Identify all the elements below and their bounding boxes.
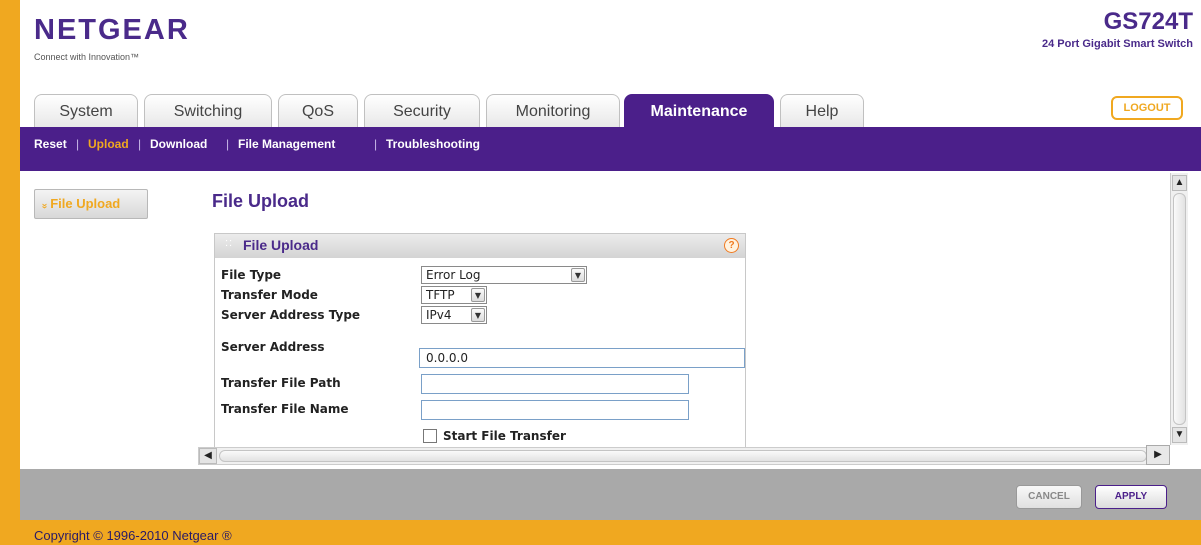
logout-button[interactable]: LOGOUT: [1111, 96, 1183, 120]
cancel-button[interactable]: CANCEL: [1016, 485, 1082, 509]
horizontal-scroll-thumb[interactable]: [219, 450, 1147, 462]
chevron-down-icon: ▼: [471, 308, 485, 322]
file-type-label: File Type: [221, 268, 282, 282]
logo-tagline: Connect with Innovation™: [34, 52, 140, 62]
scroll-down-icon[interactable]: ▼: [1172, 427, 1187, 443]
form-header: :: File Upload ?: [215, 234, 745, 258]
scroll-up-icon[interactable]: ▲: [1172, 175, 1187, 191]
server-address-type-label: Server Address Type: [221, 308, 361, 322]
page-title: File Upload: [212, 191, 310, 211]
server-address-input[interactable]: 0.0.0.0: [419, 348, 745, 368]
content-panel: » File Upload File Upload :: File Upload…: [20, 163, 1201, 469]
subnav-separator: |: [374, 137, 378, 151]
tab-system[interactable]: System: [34, 94, 138, 127]
transfer-file-name-label: Transfer File Name: [221, 402, 349, 416]
subnav-upload[interactable]: Upload: [88, 137, 129, 151]
transfer-mode-label: Transfer Mode: [221, 288, 318, 302]
header: NETGEAR Connect with Innovation™ GS724T …: [20, 0, 1201, 127]
tab-monitoring[interactable]: Monitoring: [486, 94, 620, 127]
subnav-troubleshooting[interactable]: Troubleshooting: [386, 137, 480, 151]
model-name: GS724T: [1103, 8, 1193, 35]
help-icon[interactable]: ?: [724, 238, 739, 253]
subnav-separator: |: [138, 137, 142, 151]
server-address-type-value: IPv4: [426, 308, 452, 322]
footer-bar: CANCEL APPLY: [20, 469, 1201, 520]
drag-handle-icon: ::: [225, 237, 234, 249]
vertical-scroll-thumb[interactable]: [1173, 193, 1186, 425]
scroll-left-icon[interactable]: ◀: [199, 448, 217, 464]
chevron-down-icon: »: [38, 203, 50, 209]
tab-qos[interactable]: QoS: [278, 94, 358, 127]
subnav-separator: |: [226, 137, 230, 151]
apply-button[interactable]: APPLY: [1095, 485, 1167, 509]
form-title: File Upload: [243, 237, 319, 253]
tab-security[interactable]: Security: [364, 94, 480, 127]
start-file-transfer-checkbox[interactable]: [423, 429, 437, 443]
app-frame: NETGEAR Connect with Innovation™ GS724T …: [0, 0, 1201, 545]
tab-help[interactable]: Help: [780, 94, 864, 127]
file-type-value: Error Log: [426, 268, 481, 282]
server-address-label: Server Address: [221, 340, 325, 354]
file-type-select[interactable]: Error Log ▼: [421, 266, 587, 284]
subnav-separator: |: [76, 137, 80, 151]
transfer-file-path-input[interactable]: [421, 374, 689, 394]
transfer-mode-value: TFTP: [426, 288, 455, 302]
transfer-file-path-label: Transfer File Path: [221, 376, 341, 390]
copyright-text: Copyright © 1996-2010 Netgear ®: [34, 528, 232, 543]
netgear-logo: NETGEAR: [34, 14, 190, 46]
tab-maintenance[interactable]: Maintenance: [624, 94, 774, 127]
server-address-type-select[interactable]: IPv4 ▼: [421, 306, 487, 324]
subnav-download[interactable]: Download: [150, 137, 207, 151]
chevron-down-icon: ▼: [571, 268, 585, 282]
tab-switching[interactable]: Switching: [144, 94, 272, 127]
horizontal-scrollbar[interactable]: ◀ ▶: [198, 447, 1168, 465]
subnav-reset[interactable]: Reset: [34, 137, 67, 151]
transfer-mode-select[interactable]: TFTP ▼: [421, 286, 487, 304]
vertical-scrollbar[interactable]: ▲ ▼: [1170, 173, 1188, 445]
side-menu-label: File Upload: [50, 196, 121, 211]
scroll-right-icon[interactable]: ▶: [1146, 445, 1170, 465]
model-description: 24 Port Gigabit Smart Switch: [1042, 38, 1193, 50]
side-menu-file-upload[interactable]: » File Upload: [34, 189, 148, 219]
chevron-down-icon: ▼: [471, 288, 485, 302]
transfer-file-name-input[interactable]: [421, 400, 689, 420]
left-border: [0, 0, 20, 545]
start-file-transfer-label: Start File Transfer: [443, 429, 566, 443]
sub-navigation: Reset | Upload | Download | File Managem…: [20, 127, 1201, 163]
file-upload-form: :: File Upload ? File Type Error Log ▼ T…: [214, 233, 746, 451]
subnav-file-management[interactable]: File Management: [238, 137, 335, 151]
